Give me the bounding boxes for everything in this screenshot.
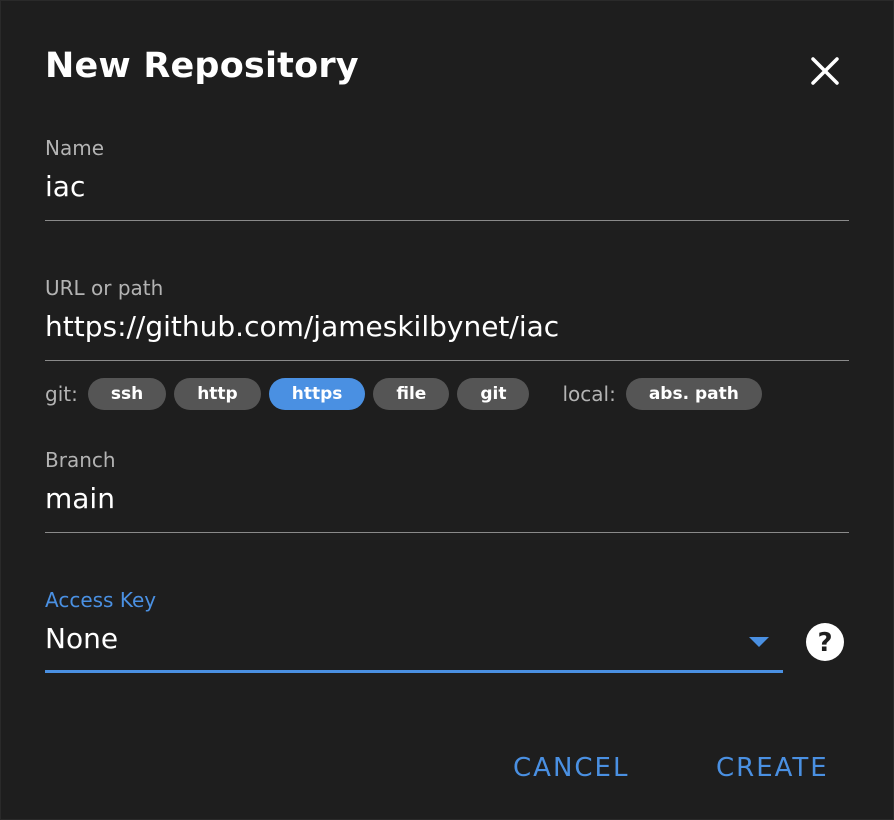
cancel-button[interactable]: CANCEL xyxy=(513,753,629,783)
access-key-select[interactable]: None xyxy=(45,622,783,673)
chip-file[interactable]: file xyxy=(373,378,450,410)
local-prefix-label: local: xyxy=(562,382,616,406)
new-repository-dialog: New Repository Name iac URL or path http… xyxy=(0,0,894,820)
name-field[interactable]: Name iac xyxy=(45,136,849,221)
close-button[interactable] xyxy=(805,51,845,91)
url-field[interactable]: URL or path https://github.com/jameskilb… xyxy=(45,276,849,361)
access-key-field[interactable]: Access Key None xyxy=(45,588,783,673)
url-format-chips: git: ssh http https file git local: abs.… xyxy=(45,378,770,410)
chip-git[interactable]: git xyxy=(457,378,530,410)
create-button[interactable]: CREATE xyxy=(716,753,829,783)
branch-input[interactable]: main xyxy=(45,482,849,533)
chip-ssh[interactable]: ssh xyxy=(87,378,167,410)
url-input[interactable]: https://github.com/jameskilbynet/iac xyxy=(45,310,849,361)
dialog-title: New Repository xyxy=(45,46,359,86)
chip-http[interactable]: http xyxy=(174,378,261,410)
chevron-down-icon[interactable] xyxy=(749,637,769,647)
branch-field[interactable]: Branch main xyxy=(45,448,849,533)
name-label: Name xyxy=(45,136,105,160)
close-icon xyxy=(811,57,839,85)
git-prefix-label: git: xyxy=(45,382,78,406)
svg-text:?: ? xyxy=(817,628,832,658)
url-label: URL or path xyxy=(45,276,164,300)
chip-abs-path[interactable]: abs. path xyxy=(625,378,762,410)
access-key-label: Access Key xyxy=(45,588,157,612)
help-icon: ? xyxy=(806,623,844,661)
branch-label: Branch xyxy=(45,448,116,472)
chip-https[interactable]: https xyxy=(268,378,366,410)
help-button[interactable]: ? xyxy=(805,622,845,662)
name-input[interactable]: iac xyxy=(45,170,849,221)
